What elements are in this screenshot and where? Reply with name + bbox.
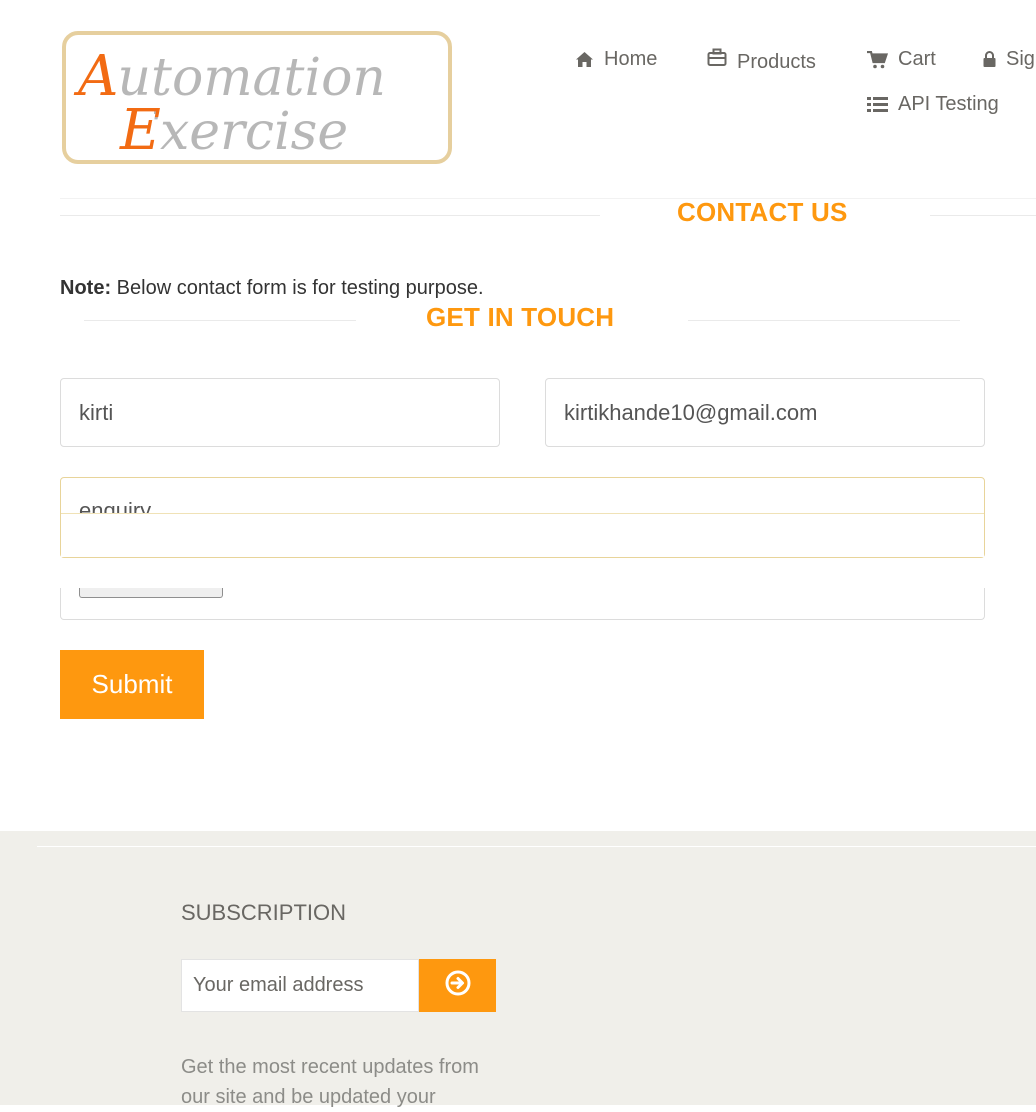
nav-home[interactable]: Home [575, 48, 657, 71]
note-text: Below contact form is for testing purpos… [111, 277, 484, 299]
subscribe-button[interactable] [419, 959, 496, 1012]
subscription-description: Get the most recent updates from our sit… [181, 1056, 479, 1108]
email-input-value: kirtikhande10@gmail.com [564, 399, 818, 425]
nav-products[interactable]: Products [707, 48, 816, 73]
form-note: Note: Below contact form is for testing … [60, 277, 484, 300]
nav-home-label: Home [604, 48, 658, 70]
overlapping-message-field[interactable] [61, 513, 984, 557]
name-input-value: kirti [79, 399, 114, 425]
title-line-right [930, 215, 1036, 216]
header-divider [60, 198, 1036, 199]
footer: SUBSCRIPTION Your email address Get the … [0, 831, 1036, 1108]
nav-signup-label: Sig [1006, 48, 1035, 70]
nav-api-testing[interactable]: API Testing [867, 93, 999, 116]
lock-icon [983, 51, 996, 68]
briefcase-icon [707, 48, 727, 66]
subscription-email-placeholder: Your email address [193, 974, 364, 996]
cart-icon [867, 50, 888, 69]
list-icon [867, 96, 888, 113]
email-input[interactable]: kirtikhande10@gmail.com [545, 378, 985, 447]
subscription-title: SUBSCRIPTION [181, 900, 347, 925]
logo-initial-e: E [119, 98, 161, 160]
logo-initial-a: A [73, 44, 118, 109]
get-in-touch-line-right [688, 320, 960, 321]
nav-cart-label: Cart [898, 48, 936, 70]
nav-signup-login[interactable]: Sig [983, 48, 1035, 71]
footer-divider [37, 846, 1036, 847]
get-in-touch-title: GET IN TOUCH [426, 302, 615, 332]
nav-products-label: Products [737, 51, 816, 73]
subscription-email-input[interactable]: Your email address [181, 959, 419, 1012]
submit-button[interactable]: Submit [60, 650, 204, 719]
name-input[interactable]: kirti [60, 378, 500, 447]
nav-cart[interactable]: Cart [867, 48, 936, 71]
arrow-circle-right-icon [445, 970, 471, 1001]
note-label: Note: [60, 277, 112, 299]
contact-us-title: CONTACT US [677, 197, 848, 227]
nav-api-testing-label: API Testing [898, 93, 999, 115]
home-icon [575, 51, 594, 68]
get-in-touch-line-left [84, 320, 356, 321]
choose-file-button[interactable] [79, 588, 223, 598]
site-logo[interactable]: Automation Exercise A E [62, 31, 452, 164]
title-line-left [60, 215, 600, 216]
